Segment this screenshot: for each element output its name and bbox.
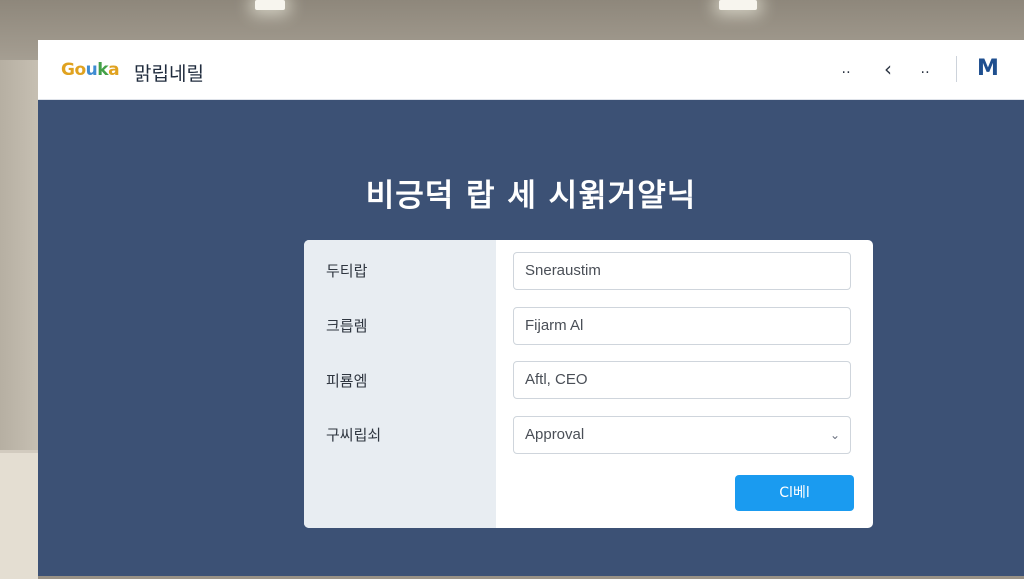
chevron-down-icon: ⌄: [829, 428, 840, 442]
field-label-4: 구씨립쇠: [326, 426, 382, 444]
form-card: 두티랍 Sneraustim 크릅렘 Fijarm Al 피룜엠 Aftl, C…: [304, 240, 873, 528]
submit-button[interactable]: Cl베l: [735, 475, 854, 511]
toolbar-divider: [956, 56, 957, 82]
field-label-2: 크릅렘: [326, 317, 368, 335]
brand-m-icon[interactable]: M: [976, 56, 1000, 82]
ceiling-light-right: [719, 0, 757, 10]
logo-part-2: u: [85, 60, 98, 80]
logo-part-4: a: [108, 60, 120, 80]
room-shelf: [0, 450, 38, 579]
field-label-3: 피룜엠: [326, 372, 368, 390]
more-dots-icon[interactable]: ‥: [914, 58, 936, 80]
field-label-1: 두티랍: [326, 262, 368, 280]
ceiling-light-left: [255, 0, 285, 10]
back-chevron-icon[interactable]: ‹: [877, 58, 899, 80]
app-title: 맑립네릴: [134, 63, 204, 85]
logo-part-1: Go: [61, 60, 86, 80]
text-field-1[interactable]: Sneraustim: [513, 252, 851, 290]
app-logo[interactable]: Gouka: [61, 60, 120, 80]
page-title: 비긍덕 랍 세 시윍거얄닉: [365, 178, 697, 214]
app-window: Gouka 맑립네릴 ‥ ‹ ‥ M 비긍덕 랍 세 시윍거얄닉 두티랍 Sne…: [38, 40, 1024, 576]
status-select[interactable]: Approval ⌄: [513, 416, 851, 454]
status-select-value: Approval: [525, 426, 585, 443]
text-field-3[interactable]: Aftl, CEO: [513, 361, 851, 399]
text-field-2[interactable]: Fijarm Al: [513, 307, 851, 345]
menu-dots-icon[interactable]: ‥: [835, 58, 857, 80]
logo-part-3: k: [97, 60, 109, 80]
top-bar: Gouka 맑립네릴 ‥ ‹ ‥ M: [38, 40, 1024, 100]
